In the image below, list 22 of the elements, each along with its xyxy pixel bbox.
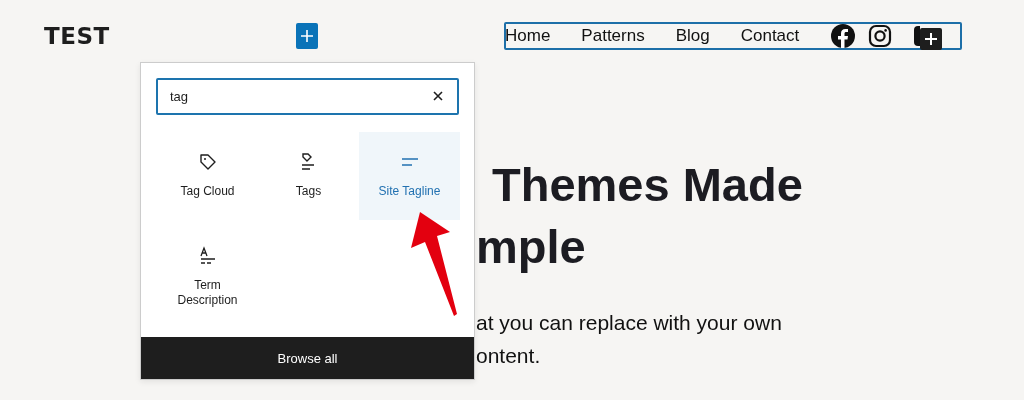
- nav-link[interactable]: Patterns: [581, 26, 645, 46]
- close-icon[interactable]: [433, 91, 443, 101]
- hero-text: ontent.: [476, 343, 542, 369]
- plus-icon: [301, 30, 313, 42]
- site-title: TEST: [44, 23, 111, 49]
- text-description-icon: [197, 246, 218, 266]
- add-block-button[interactable]: [296, 23, 318, 49]
- add-item-button[interactable]: [920, 28, 943, 50]
- browse-all-button[interactable]: Browse all: [141, 337, 474, 379]
- facebook-icon[interactable]: [830, 23, 857, 49]
- instagram-icon[interactable]: [868, 24, 893, 48]
- search-field[interactable]: tag: [156, 78, 459, 115]
- hero-heading: mple: [476, 219, 587, 275]
- hero-text: at you can replace with your own: [476, 310, 783, 336]
- nav-link[interactable]: Home: [505, 26, 551, 46]
- social-icon[interactable]: [914, 26, 921, 46]
- hero-heading: Themes Made: [491, 157, 804, 213]
- nav-link[interactable]: Contact: [740, 26, 800, 46]
- tag-icon: [198, 152, 217, 172]
- nav-link[interactable]: Blog: [675, 26, 710, 46]
- plus-icon: [925, 33, 938, 45]
- block-item[interactable]: Site Tagline: [359, 132, 460, 220]
